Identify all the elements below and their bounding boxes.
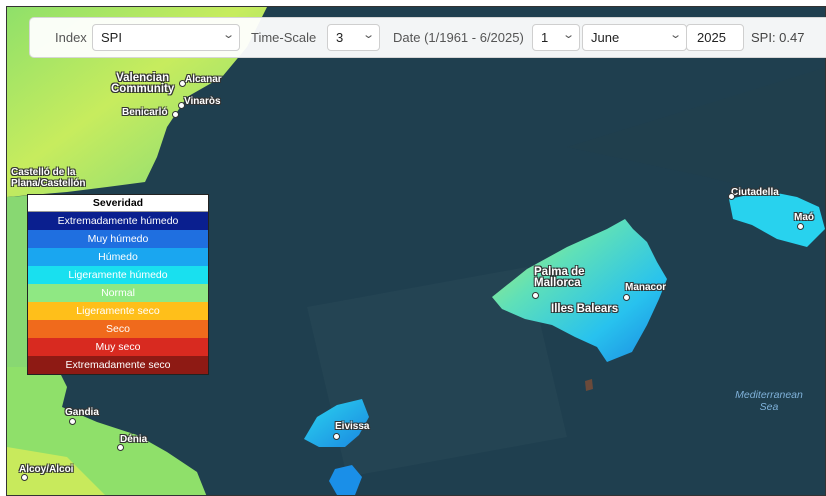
map-view[interactable]: Valencian Community Alcanar Vinaròs Beni… xyxy=(6,6,826,496)
marker-ciutadella xyxy=(728,193,735,200)
marker-denia xyxy=(117,444,124,451)
legend-item: Extremadamente húmedo xyxy=(28,212,208,230)
chevron-down-icon: ⌄ xyxy=(668,29,682,41)
label-benicarlo: Benicarló xyxy=(122,107,168,118)
legend-item: Ligeramente húmedo xyxy=(28,266,208,284)
control-bar: Index SPI ⌄ Time-Scale 3 ⌄ Date (1/1961 … xyxy=(29,17,826,58)
app-frame: Valencian Community Alcanar Vinaròs Beni… xyxy=(0,0,826,496)
marker-benicarlo xyxy=(172,111,179,118)
label-palma: Palma de Mallorca xyxy=(534,266,585,289)
legend-item: Seco xyxy=(28,320,208,338)
month-select[interactable]: June ⌄ xyxy=(582,24,687,51)
label-gandia: Gandia xyxy=(65,407,99,418)
day-select-value: 1 xyxy=(541,30,549,45)
year-input-value: 2025 xyxy=(697,30,726,45)
label-illes-balears: Illes Balears xyxy=(551,303,619,315)
label-manacor: Manacor xyxy=(625,282,667,293)
year-input[interactable]: 2025 xyxy=(686,24,744,51)
label-castello: Castelló de la Plana/Castellón xyxy=(11,167,86,189)
severity-legend: Severidad Extremadamente húmedo Muy húmed… xyxy=(27,194,209,375)
label-mediterranean-sea: Mediterranean Sea xyxy=(735,389,803,413)
spi-readout: SPI: 0.47 xyxy=(751,30,805,45)
timescale-select-value: 3 xyxy=(336,30,344,45)
marker-mao xyxy=(797,223,804,230)
legend-title: Severidad xyxy=(28,195,208,212)
timescale-select[interactable]: 3 ⌄ xyxy=(327,24,380,51)
marker-gandia xyxy=(69,418,76,425)
legend-item: Muy húmedo xyxy=(28,230,208,248)
timescale-label: Time-Scale xyxy=(251,30,317,45)
chevron-down-icon: ⌄ xyxy=(361,29,375,41)
legend-item: Normal xyxy=(28,284,208,302)
label-alcoy: Alcoy/Alcoi xyxy=(19,464,74,475)
chevron-down-icon: ⌄ xyxy=(221,29,235,41)
legend-rows: Extremadamente húmedo Muy húmedo Húmedo Lig… xyxy=(28,212,208,374)
label-mao: Maó xyxy=(794,212,814,223)
legend-item: Húmedo xyxy=(28,248,208,266)
label-ciutadella: Ciutadella xyxy=(731,187,779,198)
label-denia: Dénia xyxy=(120,434,148,445)
day-select[interactable]: 1 ⌄ xyxy=(532,24,580,51)
index-select[interactable]: SPI ⌄ xyxy=(92,24,240,51)
label-eivissa: Eivissa xyxy=(335,421,370,432)
index-select-value: SPI xyxy=(101,30,122,45)
chevron-down-icon: ⌄ xyxy=(561,29,575,41)
label-alcanar: Alcanar xyxy=(185,74,222,85)
label-vinaros: Vinaròs xyxy=(184,96,221,107)
index-label: Index xyxy=(55,30,87,45)
label-valencian-community: Valencian Community xyxy=(111,72,175,95)
marker-manacor xyxy=(623,294,630,301)
month-select-value: June xyxy=(591,30,620,45)
date-label: Date (1/1961 - 6/2025) xyxy=(393,30,524,45)
legend-item: Extremadamente seco xyxy=(28,356,208,374)
legend-item: Muy seco xyxy=(28,338,208,356)
marker-eivissa xyxy=(333,433,340,440)
legend-item: Ligeramente seco xyxy=(28,302,208,320)
marker-alcoy xyxy=(21,474,28,481)
marker-palma xyxy=(532,292,539,299)
